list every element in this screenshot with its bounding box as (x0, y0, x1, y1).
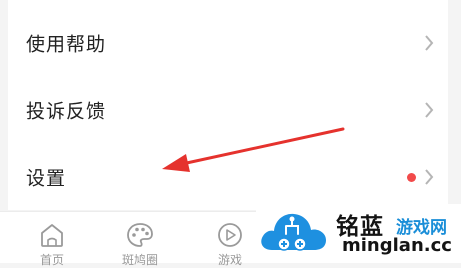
menu-item-feedback[interactable]: 投诉反馈 (8, 76, 448, 143)
chevron-right-icon (425, 34, 434, 51)
menu-item-label: 使用帮助 (26, 33, 107, 55)
menu-item-help[interactable]: 使用帮助 (8, 9, 448, 76)
play-icon (218, 223, 242, 247)
menu-item-label: 投诉反馈 (26, 100, 107, 122)
tab-label: 游戏 (217, 253, 242, 267)
menu-panel: 使用帮助 投诉反馈 设置 (8, 0, 448, 210)
tab-circle[interactable]: 斑鸠圈 (110, 212, 170, 267)
tab-home[interactable]: 首页 (22, 212, 82, 267)
tab-label: 首页 (39, 253, 64, 267)
chevron-right-icon (425, 168, 434, 185)
watermark-domain: minglan.cc (342, 235, 452, 256)
menu-item-label: 设置 (26, 167, 67, 189)
cloud-logo-icon (261, 213, 326, 251)
notification-dot (407, 172, 416, 182)
menu-item-settings[interactable]: 设置 (8, 143, 448, 210)
watermark: 铭蓝 游戏网 minglan.cc (256, 204, 461, 262)
chevron-right-icon (425, 101, 434, 118)
tab-label: 斑鸠圈 (121, 253, 158, 267)
tab-games[interactable]: 游戏 (200, 212, 260, 267)
home-icon (41, 224, 63, 247)
palette-icon (127, 223, 153, 247)
